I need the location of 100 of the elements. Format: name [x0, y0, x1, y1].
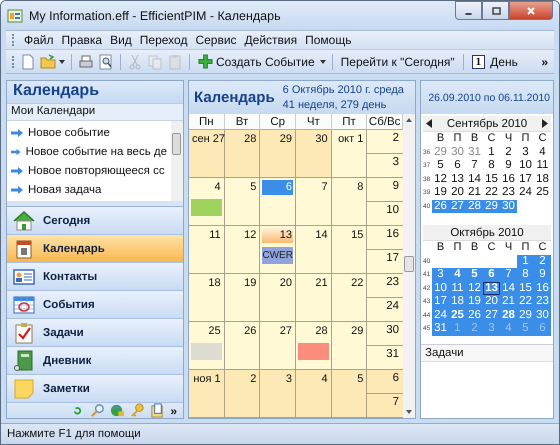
day-cell[interactable]: 10 [367, 202, 403, 225]
day-cell[interactable]: 13 CWER [260, 226, 296, 274]
day-cell[interactable]: 4 [189, 178, 225, 226]
day-view-button[interactable]: 1 День [470, 54, 520, 68]
menu-item[interactable]: Сервис [195, 33, 237, 47]
day-cell[interactable]: 7 [296, 178, 332, 226]
day-cell[interactable]: 2 [224, 370, 260, 418]
date-cell[interactable]: 29 [432, 146, 449, 159]
scrollbar[interactable] [171, 121, 183, 201]
day-cell[interactable]: 24 [367, 298, 403, 321]
date-cell[interactable]: 24 [517, 186, 534, 200]
scroll-thumb[interactable] [404, 256, 414, 272]
day-cell[interactable]: 31 [367, 346, 403, 369]
action-link[interactable]: Новая задача [28, 184, 102, 196]
date-cell[interactable]: 4 [534, 146, 551, 159]
previous-icon[interactable] [426, 119, 432, 128]
day-cell[interactable]: 15 [332, 226, 368, 274]
menu-item[interactable]: Помощь [305, 33, 352, 47]
day-cell[interactable]: 7 [367, 394, 403, 417]
event-block[interactable]: CWER [262, 247, 293, 264]
date-cell[interactable]: 14 [466, 172, 483, 186]
key-icon[interactable] [130, 403, 146, 418]
day-cell[interactable]: окт 1 [332, 130, 368, 178]
nav-item[interactable]: Заметки [7, 375, 183, 403]
day-cell[interactable]: 14 [296, 226, 332, 274]
date-cell[interactable]: 11 [534, 159, 551, 172]
day-cell[interactable]: 3 [260, 370, 296, 418]
menu-item[interactable]: Файл [24, 33, 54, 47]
action-link[interactable]: Новое событие на весь де [26, 146, 167, 158]
day-cell[interactable]: 29 [260, 130, 296, 178]
date-cell[interactable]: 5 [432, 159, 449, 172]
maximize-button[interactable] [482, 1, 509, 20]
date-cell[interactable]: 22 [483, 186, 500, 200]
date-cell[interactable]: 17 [517, 172, 534, 186]
date-cell[interactable]: 25 [534, 186, 551, 200]
date-cell[interactable]: 20 [449, 186, 466, 200]
day-cell[interactable]: 30 [296, 130, 332, 178]
menu-item[interactable]: Вид [110, 33, 132, 47]
scroll-up-icon[interactable] [406, 118, 412, 122]
day-cell[interactable]: 9 [367, 178, 403, 202]
day-cell[interactable]: 26 [224, 322, 260, 370]
date-cell[interactable]: 18 [534, 172, 551, 186]
scrollbar[interactable] [403, 114, 415, 418]
scroll-down-icon[interactable] [406, 410, 412, 414]
day-cell[interactable]: 12 [224, 226, 260, 274]
search-icon[interactable] [90, 403, 106, 418]
toolbar-overflow[interactable]: » [541, 54, 548, 68]
clipboard-icon[interactable] [167, 54, 183, 70]
date-cell[interactable]: 6 [449, 159, 466, 172]
date-cell[interactable]: 13 [449, 172, 466, 186]
day-cell[interactable]: 4 [296, 370, 332, 418]
nav-item[interactable]: Задачи [7, 319, 183, 347]
nav-item[interactable]: Дневник [7, 347, 183, 375]
day-cell[interactable]: 5 [224, 178, 260, 226]
date-cell[interactable]: 2 [500, 146, 517, 159]
date-cell[interactable]: 31 [466, 146, 483, 159]
date-cell[interactable]: 23 [500, 186, 517, 200]
menu-item[interactable]: Действия [244, 33, 298, 47]
date-cell[interactable]: 1 [483, 146, 500, 159]
day-cell[interactable]: 30 [367, 322, 403, 346]
date-cell[interactable]: 30 [449, 146, 466, 159]
date-cell[interactable]: 8 [483, 159, 500, 172]
date-cell[interactable]: 19 [432, 186, 449, 200]
day-cell[interactable]: 29 [332, 322, 368, 370]
menu-item[interactable]: Переход [140, 33, 188, 47]
clipboard-icon[interactable] [150, 403, 166, 418]
day-cell[interactable]: 21 [296, 274, 332, 322]
date-cell[interactable]: 10 [517, 159, 534, 172]
action-link[interactable]: Новое повторяющееся сс [28, 164, 165, 176]
day-cell[interactable]: ноя 1 [189, 370, 225, 418]
day-cell[interactable]: 8 [332, 178, 368, 226]
date-cell[interactable]: 15 [483, 172, 500, 186]
day-cell[interactable]: 19 [224, 274, 260, 322]
next-icon[interactable] [542, 119, 548, 128]
day-cell[interactable]: сен 27 [189, 130, 225, 178]
caret-icon[interactable] [59, 60, 65, 64]
day-cell[interactable]: 23 [367, 274, 403, 298]
day-cell[interactable]: 27 [260, 322, 296, 370]
nav-item[interactable]: Календарь [7, 235, 183, 263]
action-link[interactable]: Новое событие [28, 126, 110, 138]
day-cell[interactable]: 20 [260, 274, 296, 322]
nav-item[interactable]: Контакты [7, 263, 183, 291]
overflow-chevron[interactable]: » [170, 404, 177, 418]
nav-item[interactable]: Сегодня [7, 207, 183, 235]
create-event-button[interactable]: Создать Событие [196, 54, 317, 69]
date-cell[interactable]: 3 [517, 146, 534, 159]
day-cell[interactable]: 28 [296, 322, 332, 370]
day-cell[interactable]: 17 [367, 250, 403, 273]
day-cell[interactable]: 16 [367, 226, 403, 250]
refresh-icon[interactable] [70, 403, 86, 418]
minimize-button[interactable] [455, 1, 482, 20]
new-document-icon[interactable] [20, 54, 36, 70]
printer-icon[interactable] [78, 54, 94, 70]
day-cell[interactable]: 25 [189, 322, 225, 370]
preview-icon[interactable] [98, 54, 114, 70]
date-cell[interactable]: 7 [466, 159, 483, 172]
day-cell[interactable]: 28 [224, 130, 260, 178]
day-cell[interactable]: 18 [189, 274, 225, 322]
go-today-button[interactable]: Перейти к "Сегодня" [338, 54, 457, 68]
close-button[interactable] [509, 1, 553, 20]
